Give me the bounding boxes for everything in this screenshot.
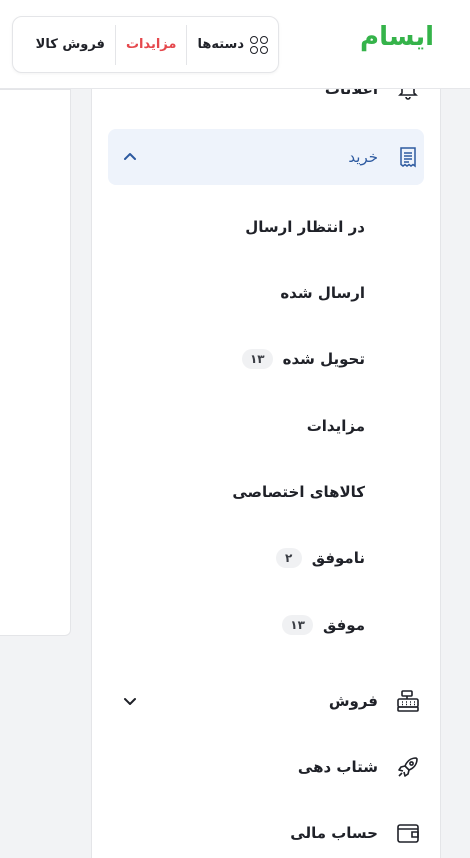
- nav-auctions-label: مزایدات: [125, 37, 177, 52]
- nav-sell-goods[interactable]: فروش کالا: [26, 28, 115, 62]
- wallet-icon: [392, 817, 424, 849]
- count-badge: ۱۳: [241, 349, 273, 369]
- sidebar-subitem-auctions[interactable]: مزایدات: [307, 411, 365, 441]
- sidebar-item-notifications[interactable]: اعلانات: [108, 89, 424, 117]
- count-badge: ۱۳: [282, 615, 313, 635]
- sidebar-item-label: حساب مالی: [290, 824, 378, 842]
- categories-icon: [250, 35, 268, 54]
- sidebar-subitem-unsuccessful[interactable]: ناموفق ۲: [275, 543, 365, 573]
- sidebar-item-wallet[interactable]: حساب مالی: [108, 805, 424, 858]
- sidebar-item-sell[interactable]: فروش: [108, 673, 424, 729]
- chevron-up-icon[interactable]: [120, 147, 140, 167]
- sidebar-item-label: فروش: [328, 692, 378, 710]
- top-nav: دسته‌ها مزایدات فروش کالا: [12, 16, 279, 73]
- bell-icon: [392, 89, 424, 105]
- nav-categories-label: دسته‌ها: [197, 37, 244, 52]
- sidebar-subitem-successful[interactable]: موفق ۱۳: [282, 610, 365, 640]
- sidebar-item-label: خرید: [348, 148, 378, 166]
- main-content-panel: [0, 89, 71, 636]
- rocket-icon: [392, 751, 424, 783]
- top-header: ایسام دسته‌ها مزایدات فروش کالا: [0, 0, 470, 89]
- nav-sell-goods-label: فروش کالا: [35, 37, 105, 52]
- count-badge: ۲: [275, 548, 302, 568]
- sidebar-subitem-awaiting-shipment[interactable]: در انتظار ارسال: [245, 212, 365, 242]
- subitem-label: تحویل شده: [282, 350, 365, 368]
- sidebar-item-label: شتاب دهی: [297, 758, 378, 776]
- nav-auctions[interactable]: مزایدات: [116, 28, 187, 62]
- subitem-label: ناموفق: [311, 549, 365, 567]
- subitem-label: مزایدات: [306, 417, 365, 435]
- subitem-label: ارسال شده: [280, 284, 365, 302]
- sidebar-subitem-delivered[interactable]: تحویل شده ۱۳: [241, 344, 365, 374]
- receipt-icon: [392, 141, 424, 173]
- sidebar-item-boost[interactable]: شتاب دهی: [108, 739, 424, 795]
- site-logo[interactable]: ایسام: [360, 22, 435, 52]
- sidebar-subitem-exclusive-goods[interactable]: کالاهای اختصاصی: [232, 477, 365, 507]
- subitem-label: موفق: [322, 616, 365, 634]
- subitem-label: کالاهای اختصاصی: [232, 483, 365, 501]
- sidebar-item-label: اعلانات: [324, 89, 378, 98]
- subitem-label: در انتظار ارسال: [245, 218, 365, 236]
- cash-register-icon: [392, 685, 424, 717]
- nav-categories[interactable]: دسته‌ها: [187, 28, 278, 62]
- sidebar: اعلانات خرید در انتظار ارسال ارسال شده ت…: [91, 89, 441, 858]
- sidebar-item-buy[interactable]: خرید: [108, 129, 424, 185]
- sidebar-subitem-shipped[interactable]: ارسال شده: [280, 278, 365, 308]
- chevron-down-icon[interactable]: [120, 691, 140, 711]
